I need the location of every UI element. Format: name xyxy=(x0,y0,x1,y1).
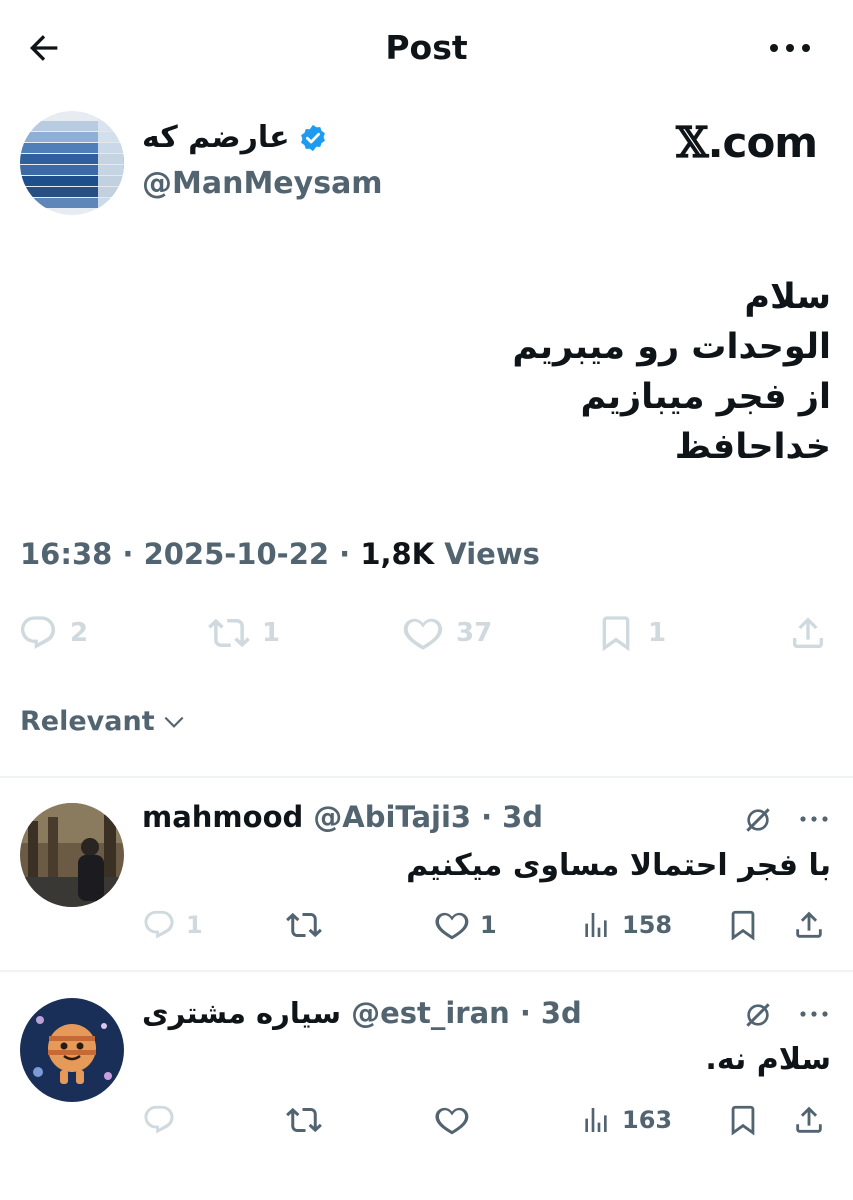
post-line: خداحافظ xyxy=(674,427,831,467)
share-button[interactable] xyxy=(788,606,828,660)
reply-author-handle[interactable]: @est_iran xyxy=(351,996,510,1030)
reply-avatar[interactable] xyxy=(20,998,124,1102)
like-count: 37 xyxy=(456,618,493,648)
share-button[interactable] xyxy=(792,900,826,950)
more-icon xyxy=(800,1011,828,1017)
post-line: از فجر میبازیم xyxy=(580,377,831,417)
views-icon xyxy=(585,1108,607,1132)
watermark-domain: .com xyxy=(707,118,818,167)
reply-author-handle[interactable]: @AbiTaji3 xyxy=(313,800,471,834)
reply-button[interactable] xyxy=(142,1095,186,1145)
share-icon xyxy=(796,911,822,938)
views-button[interactable]: 158 xyxy=(580,900,672,950)
verified-badge-icon xyxy=(300,124,325,151)
x-logo: 𝕏 xyxy=(676,118,709,167)
views-icon xyxy=(585,913,607,937)
share-button[interactable] xyxy=(792,1095,826,1145)
grok-button[interactable] xyxy=(740,802,776,838)
grok-icon xyxy=(746,1003,770,1027)
post-date[interactable]: 2025-10-22 xyxy=(144,537,330,571)
reply-header: سیاره مشتری @est_iran · 3d xyxy=(142,996,582,1030)
reply-button[interactable]: 1 xyxy=(142,900,203,950)
bookmark-button[interactable] xyxy=(726,900,760,950)
more-icon xyxy=(800,816,828,822)
bookmark-count: 1 xyxy=(648,618,667,648)
views-count: 163 xyxy=(622,1106,673,1134)
reply-text: با فجر احتمالا مساوی میکنیم xyxy=(406,848,831,883)
reply-text: سلام نه. xyxy=(705,1042,831,1077)
like-button[interactable]: 1 xyxy=(434,900,497,950)
post-time[interactable]: 16:38 xyxy=(20,537,112,571)
bookmark-icon xyxy=(731,1105,755,1136)
like-icon xyxy=(435,912,469,940)
like-button[interactable]: 37 xyxy=(402,606,492,660)
reply-more-button[interactable] xyxy=(796,999,832,1029)
like-icon xyxy=(435,1107,469,1135)
reply-count: 2 xyxy=(70,618,89,648)
bookmark-button[interactable]: 1 xyxy=(596,606,666,660)
like-button[interactable] xyxy=(434,1095,480,1145)
sort-label: Relevant xyxy=(20,706,155,737)
site-watermark: 𝕏.com xyxy=(676,118,818,167)
repost-icon xyxy=(286,1107,322,1133)
bookmark-button[interactable] xyxy=(726,1095,760,1145)
like-icon xyxy=(403,618,443,650)
chevron-down-icon xyxy=(164,716,184,728)
repost-button[interactable] xyxy=(286,900,332,950)
grok-button[interactable] xyxy=(740,997,776,1033)
reply-icon xyxy=(144,910,174,939)
author-handle[interactable]: @ManMeysam xyxy=(142,166,383,201)
more-button[interactable] xyxy=(765,30,815,66)
author-avatar[interactable] xyxy=(20,111,124,215)
repost-button[interactable]: 1 xyxy=(208,606,280,660)
repost-icon xyxy=(208,618,250,648)
views-button[interactable]: 163 xyxy=(580,1095,672,1145)
reply-avatar[interactable] xyxy=(20,803,124,907)
share-icon xyxy=(796,1106,822,1133)
sort-dropdown[interactable]: Relevant xyxy=(20,706,187,737)
reply-header: mahmood @AbiTaji3 · 3d xyxy=(142,800,543,834)
views-count: 158 xyxy=(622,911,673,939)
reply-age[interactable]: 3d xyxy=(541,996,582,1030)
separator: · xyxy=(481,800,493,834)
reply-count: 1 xyxy=(186,911,203,939)
reply-icon xyxy=(20,616,56,649)
reply-age[interactable]: 3d xyxy=(502,800,543,834)
author-name-row: عارضم که xyxy=(142,120,328,155)
author-name[interactable]: عارضم که xyxy=(142,120,290,155)
post-meta: 16:38 · 2025-10-22 · 1,8K Views xyxy=(20,537,540,571)
more-icon xyxy=(770,44,810,52)
post-line: سلام xyxy=(744,277,831,317)
reply-more-button[interactable] xyxy=(796,804,832,834)
repost-count: 1 xyxy=(262,618,281,648)
views-label: Views xyxy=(444,537,540,571)
post-line: الوحدات رو میبریم xyxy=(512,327,831,367)
divider xyxy=(0,970,853,972)
like-count: 1 xyxy=(480,911,497,939)
separator: · xyxy=(122,537,134,571)
bookmark-icon xyxy=(731,910,755,941)
share-icon xyxy=(793,617,823,648)
post-action-bar: 2 1 37 1 xyxy=(18,606,833,660)
reply-icon xyxy=(144,1105,174,1134)
separator: · xyxy=(339,537,351,571)
views-count: 1,8K xyxy=(360,537,435,571)
page-title: Post xyxy=(385,28,468,67)
post-text: سلام الوحدات رو میبریم از فجر میبازیم خد… xyxy=(51,272,831,472)
reply-author-name[interactable]: سیاره مشتری xyxy=(142,996,341,1030)
divider xyxy=(0,776,853,778)
repost-button[interactable] xyxy=(286,1095,332,1145)
reply-author-name[interactable]: mahmood xyxy=(142,800,303,834)
separator: · xyxy=(519,996,531,1030)
grok-icon xyxy=(746,808,770,832)
repost-icon xyxy=(286,912,322,938)
bookmark-icon xyxy=(602,616,630,652)
reply-button[interactable]: 2 xyxy=(18,606,88,660)
